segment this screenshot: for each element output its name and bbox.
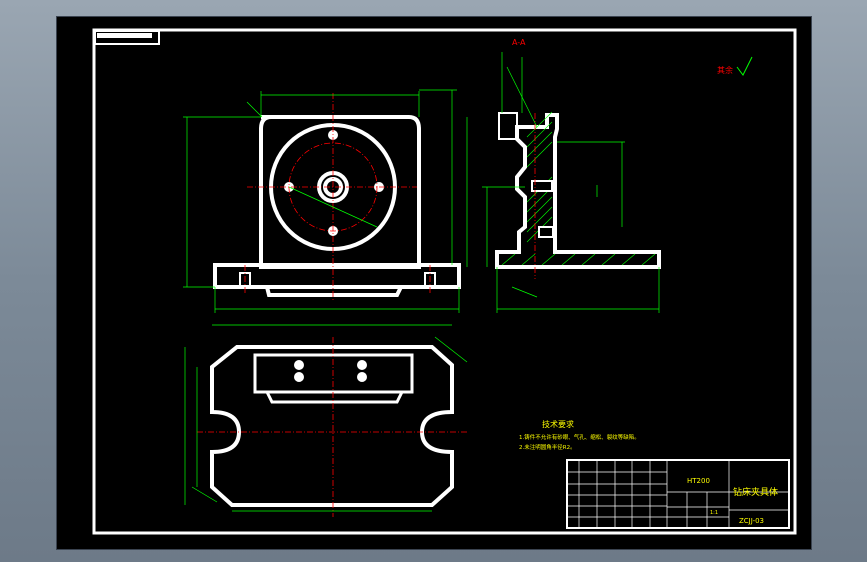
roughness-note: 其余 bbox=[717, 65, 733, 75]
drawing-number-text: ZCJJ-03 bbox=[739, 517, 764, 525]
material-text: HT200 bbox=[687, 477, 710, 485]
front-view bbox=[213, 115, 461, 297]
scale-text: 1:1 bbox=[710, 510, 718, 516]
part-name-text: 钻床夹具体 bbox=[733, 486, 778, 498]
tech-req-title: 技术要求 bbox=[542, 419, 574, 429]
section-view bbox=[466, 52, 661, 313]
drawing-canvas: 其余 A-A 技术要求 1.铸件不允许有砂眼、气孔、缩松、裂纹等缺陷。 2.未注… bbox=[92, 28, 797, 535]
roughness-symbol: 其余 bbox=[717, 56, 753, 76]
top-view bbox=[210, 345, 454, 507]
tech-req-item-2: 2.未注明圆角半径R2。 bbox=[519, 443, 576, 451]
section-label: A-A bbox=[512, 38, 526, 47]
title-block: HT200 钻床夹具体 ZCJJ-03 1:1 bbox=[566, 459, 790, 529]
technical-requirements: 技术要求 1.铸件不允许有砂眼、气孔、缩松、裂纹等缺陷。 2.未注明圆角半径R2… bbox=[519, 419, 640, 451]
sheet-border bbox=[92, 28, 797, 535]
cad-viewport[interactable]: 其余 A-A 技术要求 1.铸件不允许有砂眼、气孔、缩松、裂纹等缺陷。 2.未注… bbox=[56, 16, 812, 550]
tech-req-item-1: 1.铸件不允许有砂眼、气孔、缩松、裂纹等缺陷。 bbox=[519, 433, 640, 441]
